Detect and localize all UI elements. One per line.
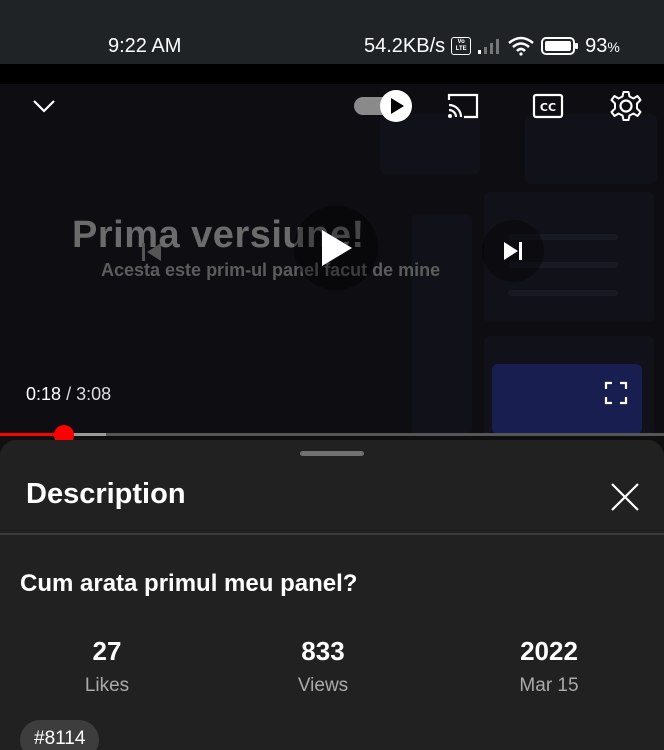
video-player[interactable]: Prima versiune! Acesta este prim-ul pane… [0,64,664,436]
publish-date: Mar 15 [519,675,579,696]
closed-captions-icon: CC [532,93,564,119]
wifi-icon [508,36,534,56]
likes-label: Likes [84,675,130,696]
time-separator: / [66,384,72,404]
volte-icon: Vo LTE [451,37,472,55]
cast-icon [447,93,479,119]
signal-icon [478,39,500,54]
minimize-button[interactable] [26,88,62,124]
next-button[interactable] [482,220,544,282]
play-icon [322,230,352,266]
close-button[interactable] [606,478,644,516]
views-label: Views [297,675,349,696]
play-button[interactable] [294,206,378,290]
publish-year: 2022 [520,636,578,666]
likes-stat: 27 Likes [27,636,187,697]
autoplay-toggle-icon [354,90,412,122]
settings-button[interactable] [606,86,646,126]
status-indicators: 54.2KB/s Vo LTE 93% [364,34,620,58]
seek-bar[interactable] [0,433,664,436]
status-time: 9:22 AM [108,35,182,57]
svg-text:CC: CC [540,101,556,114]
cast-button[interactable] [444,88,482,124]
chevron-down-icon [33,100,55,113]
time-readout: 0:18 / 3:08 [26,384,111,405]
status-bar: 9:22 AM 54.2KB/s Vo LTE 93% [0,0,664,64]
views-stat: 833 Views [243,636,403,697]
likes-count: 27 [92,636,122,666]
views-count: 833 [301,636,345,666]
divider [0,533,664,535]
drag-handle[interactable] [300,451,364,456]
skip-next-icon [504,242,522,260]
sheet-title: Description [26,478,186,510]
fullscreen-button[interactable] [600,377,632,409]
autoplay-toggle[interactable] [352,88,414,124]
close-icon [611,483,639,511]
date-stat: 2022 Mar 15 [469,636,629,697]
previous-button[interactable] [126,226,178,278]
hashtag-chip[interactable]: #8114 [20,720,100,750]
current-time: 0:18 [26,384,62,404]
description-sheet: Description Cum arata primul meu panel? … [0,440,664,750]
fullscreen-icon [604,381,628,405]
gear-icon [610,91,642,121]
network-speed: 54.2KB/s [364,34,446,57]
duration: 3:08 [76,384,112,404]
captions-button[interactable]: CC [529,88,567,124]
video-title: Cum arata primul meu panel? [20,570,358,597]
skip-previous-icon [142,243,161,261]
battery-percent: 93% [585,34,620,57]
battery-icon [541,37,579,55]
